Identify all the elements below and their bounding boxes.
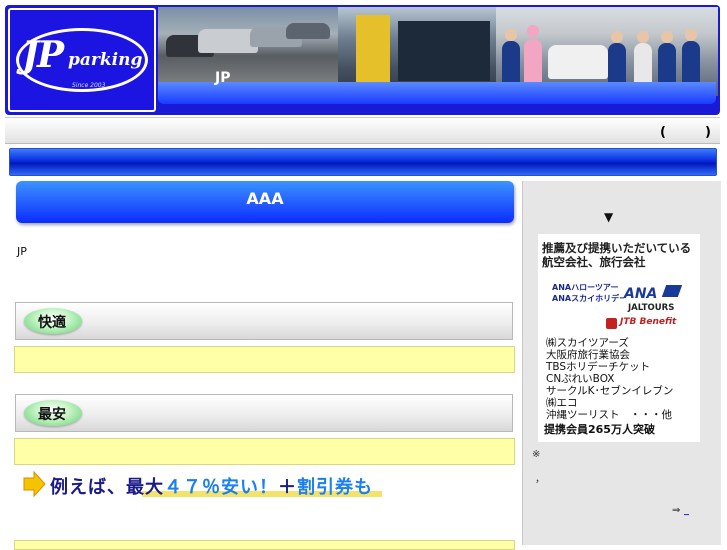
- intro-text: JP: [17, 245, 27, 258]
- ana-sky-holiday-logo: ANAスカイホリデー: [552, 294, 628, 303]
- ana-hallo-tour-logo: ANAハローツアー: [552, 283, 619, 292]
- link-arrow-icon: ⇒: [672, 505, 681, 516]
- header-banner-bar: [158, 82, 716, 104]
- logo-since-text: Since 2003: [72, 82, 106, 89]
- promo-text-part3: ＋: [278, 477, 297, 498]
- section-header-cheapest: [15, 394, 513, 432]
- logo-jp-text: JP: [22, 34, 64, 76]
- section-label-comfort: 快適: [38, 315, 66, 331]
- promo-text-part2: ４７％安い！: [164, 477, 278, 498]
- promo-text: 例えば、最大４７％安い！＋割引券も: [50, 473, 373, 499]
- jaltours-logo: JALTOURS: [628, 303, 675, 313]
- page-title: AAA: [246, 189, 284, 208]
- down-arrow-icon: ▼: [604, 210, 614, 224]
- jtb-benefit-logo: JTB Benefit: [620, 317, 677, 327]
- partner-title: 推薦及び提携いただいている航空会社、旅行会社: [542, 241, 692, 269]
- logo-parking-text: parking: [68, 50, 143, 70]
- partner-item: 沖縄ツーリスト ・・・他: [546, 409, 672, 421]
- members-count: 提携会員265万人突破: [544, 423, 655, 436]
- sidebar-note: ，: [535, 474, 545, 485]
- promo-arrow-icon: [22, 470, 46, 498]
- info-bar-text: ( ): [660, 125, 711, 140]
- ana-logo: ANA: [624, 283, 683, 302]
- section-header-comfort: [15, 302, 513, 340]
- sidebar-link[interactable]: _: [684, 505, 689, 516]
- jtb-mark-icon: [606, 318, 617, 329]
- bottom-content-box: [14, 540, 515, 550]
- ana-logo-text: ANA: [624, 286, 658, 302]
- nav-bar: [9, 148, 717, 176]
- header-banner-text: JP: [215, 70, 231, 86]
- section-content-cheapest: [14, 438, 515, 465]
- section-content-comfort: [14, 346, 515, 373]
- promo-text-part1: 例えば、最大: [50, 477, 164, 498]
- logo[interactable]: JP parking Since 2003: [8, 8, 156, 112]
- info-bar: [5, 117, 720, 144]
- sidebar-note: ※: [532, 449, 541, 460]
- section-label-cheapest: 最安: [38, 407, 66, 423]
- promo-text-part4: 割引券も: [297, 477, 373, 498]
